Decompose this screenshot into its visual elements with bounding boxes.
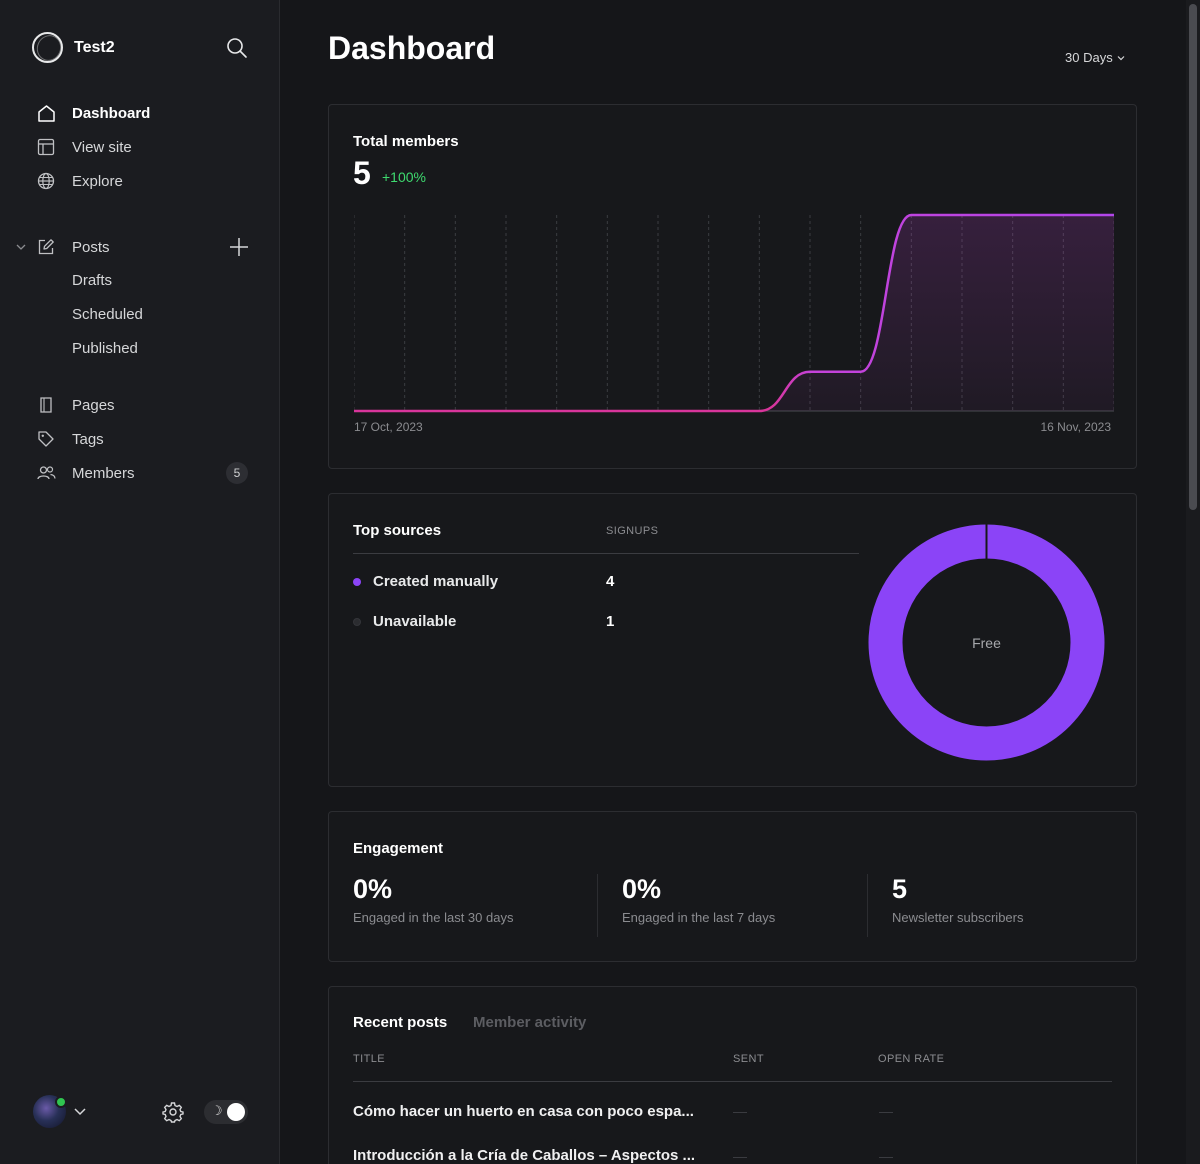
tab-member-activity[interactable]: Member activity — [473, 1014, 586, 1031]
page-title: Dashboard — [328, 30, 496, 66]
engagement-7d-value: 0% — [622, 874, 662, 904]
newsletter-subscribers-label: Newsletter subscribers — [892, 910, 1024, 925]
chevron-down-icon — [1117, 55, 1125, 60]
members-count-badge: 5 — [226, 462, 248, 484]
open-rate-empty — [879, 1157, 893, 1158]
search-icon[interactable] — [226, 37, 248, 59]
source-value: 1 — [606, 613, 615, 630]
engagement-card: Engagement 0% Engaged in the last 30 day… — [328, 811, 1137, 962]
post-title-link[interactable]: Introducción a la Cría de Caballos – Asp… — [353, 1147, 695, 1164]
chart-date-start: 17 Oct, 2023 — [354, 420, 423, 434]
sent-empty — [733, 1112, 747, 1113]
card-title: Total members — [353, 133, 459, 150]
sidebar-item-members[interactable]: Members — [36, 462, 135, 484]
open-rate-empty — [879, 1112, 893, 1113]
sidebar-item-drafts[interactable]: Drafts — [72, 272, 112, 289]
sidebar-item-tags[interactable]: Tags — [36, 428, 104, 450]
sidebar-item-pages[interactable]: Pages — [36, 394, 115, 416]
chevron-down-icon[interactable] — [14, 240, 28, 254]
date-range-select[interactable]: 30 Days — [1065, 50, 1125, 65]
sidebar-item-published[interactable]: Published — [72, 340, 138, 357]
divider — [353, 553, 859, 554]
theme-toggle[interactable]: ☽ — [204, 1100, 248, 1124]
tag-icon — [36, 429, 56, 449]
source-color-dot — [353, 617, 361, 626]
sidebar-item-label: Dashboard — [72, 104, 151, 122]
scrollbar[interactable] — [1186, 0, 1200, 1164]
recent-posts-card: Recent posts Member activity TITLE SENT … — [328, 986, 1137, 1164]
source-name: Unavailable — [373, 613, 457, 630]
divider — [867, 874, 868, 937]
sidebar: Test2 Dashboard View site Explore Posts … — [0, 0, 280, 1164]
post-title-link[interactable]: Cómo hacer un huerto en casa con poco es… — [353, 1103, 694, 1120]
sidebar-item-label: Posts — [72, 238, 110, 256]
sidebar-item-dashboard[interactable]: Dashboard — [36, 102, 150, 124]
site-logo — [32, 32, 63, 63]
donut-center-label: Free — [972, 634, 1001, 651]
source-color-dot — [353, 577, 361, 586]
page-icon — [36, 395, 56, 415]
source-value: 4 — [606, 573, 615, 590]
edit-icon — [36, 237, 56, 257]
top-sources-card: Top sources SIGNUPS Created manually 4 U… — [328, 493, 1137, 787]
total-members-card: Total members 5 +100% 17 Oct, 2023 16 No… — [328, 104, 1137, 469]
sidebar-item-label: Tags — [72, 430, 104, 448]
sent-empty — [733, 1157, 747, 1158]
column-header-open-rate: OPEN RATE — [878, 1053, 945, 1065]
sidebar-item-view-site[interactable]: View site — [36, 136, 132, 158]
engagement-30d-label: Engaged in the last 30 days — [353, 910, 514, 925]
column-header-sent: SENT — [733, 1053, 764, 1065]
sidebar-item-label: Explore — [72, 172, 123, 190]
engagement-30d-value: 0% — [353, 874, 393, 904]
chart-date-end: 16 Nov, 2023 — [1040, 420, 1112, 434]
divider — [597, 874, 598, 937]
members-total-value: 5 — [353, 155, 371, 191]
date-range-value: 30 Days — [1065, 50, 1113, 65]
newsletter-subscribers-value: 5 — [892, 874, 908, 904]
layout-icon — [36, 137, 56, 157]
source-row[interactable]: Created manually — [353, 573, 498, 590]
moon-icon: ☽ — [211, 1103, 223, 1118]
members-delta: +100% — [382, 169, 426, 185]
source-row[interactable]: Unavailable — [353, 613, 456, 630]
scrollbar-thumb[interactable] — [1189, 4, 1197, 510]
site-brand[interactable]: Test2 — [32, 32, 115, 63]
sidebar-item-posts[interactable]: Posts — [36, 236, 110, 258]
sidebar-item-label: View site — [72, 138, 132, 156]
add-post-icon[interactable] — [228, 236, 250, 258]
gear-icon[interactable] — [162, 1101, 184, 1123]
online-status-dot — [55, 1096, 67, 1108]
chevron-down-icon[interactable] — [73, 1104, 87, 1118]
column-header-signups: SIGNUPS — [606, 525, 659, 537]
sidebar-item-explore[interactable]: Explore — [36, 170, 123, 192]
sidebar-item-label: Members — [72, 464, 135, 482]
card-title: Engagement — [353, 840, 444, 857]
sidebar-item-scheduled[interactable]: Scheduled — [72, 306, 143, 323]
card-title: Top sources — [353, 522, 442, 539]
members-line-chart[interactable] — [354, 213, 1114, 413]
members-icon — [36, 463, 56, 483]
toggle-knob — [227, 1103, 245, 1121]
column-header-title: TITLE — [353, 1053, 385, 1065]
sidebar-item-label: Pages — [72, 396, 115, 414]
globe-icon — [36, 171, 56, 191]
divider — [353, 1081, 1112, 1082]
engagement-7d-label: Engaged in the last 7 days — [622, 910, 776, 925]
chart-area — [354, 215, 1114, 411]
site-name: Test2 — [74, 38, 115, 56]
home-icon — [36, 103, 56, 123]
source-name: Created manually — [373, 573, 499, 590]
tab-recent-posts[interactable]: Recent posts — [353, 1014, 447, 1031]
